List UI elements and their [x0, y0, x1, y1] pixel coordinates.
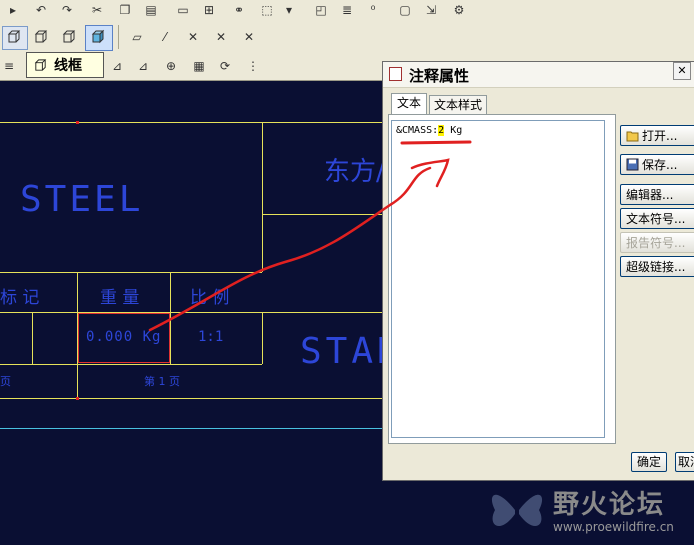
redo-icon[interactable]: ↷: [58, 1, 76, 19]
toolbar-separator: [118, 25, 119, 49]
page-text[interactable]: 第 1 页: [144, 373, 180, 389]
tooltip-cube-icon: [33, 58, 48, 73]
tooltip-label: 线框: [54, 58, 82, 74]
datum-plane-icon[interactable]: ▱: [128, 28, 146, 46]
dialog-app-icon: [389, 67, 402, 81]
border-line: [262, 312, 263, 364]
no-hidden-icon[interactable]: [60, 28, 78, 46]
toolbar-view: ▱ ⁄ ✕ ✕ ✕: [0, 22, 694, 52]
tool-icon[interactable]: ⚙: [450, 1, 468, 19]
dropdown-icon[interactable]: ▾: [280, 1, 298, 19]
border-line: [32, 312, 33, 364]
border-line: [0, 312, 382, 313]
cut-icon[interactable]: ✂: [88, 1, 106, 19]
row3-left-text[interactable]: 页: [0, 373, 11, 389]
vertex-marker: [76, 397, 79, 400]
wireframe-icon: [5, 28, 23, 46]
hidden-line-icon[interactable]: [32, 28, 50, 46]
scale-label[interactable]: 比 例: [190, 283, 229, 308]
paste-icon[interactable]: ▤: [142, 1, 160, 19]
scale-value[interactable]: 1:1: [198, 329, 223, 345]
sheet-border: [0, 428, 382, 429]
border-line: [0, 272, 262, 273]
ok-button[interactable]: 确定: [631, 452, 667, 472]
sheet-icon[interactable]: ▢: [396, 1, 414, 19]
dialog-titlebar[interactable]: 注释属性 ✕: [383, 62, 694, 88]
repeat-region-icon[interactable]: ⋮: [244, 57, 262, 75]
binoculars-icon[interactable]: ⚭: [230, 1, 248, 19]
close-icon[interactable]: ✕: [673, 62, 691, 80]
watermark-name: 野火论坛: [553, 490, 666, 520]
datum-axis-icon[interactable]: ⁄: [156, 28, 174, 46]
note-text: &CMASS:2 Kg: [396, 125, 462, 136]
mark-label[interactable]: 标 记: [0, 283, 39, 308]
align-icon[interactable]: ≡: [0, 57, 18, 75]
border-line: [262, 122, 263, 272]
ordinate-icon[interactable]: ⊿: [108, 57, 126, 75]
datum-target-icon[interactable]: ⊕: [162, 57, 180, 75]
tab-text-style[interactable]: 文本样式: [429, 95, 487, 114]
border-line: [170, 272, 171, 364]
note-text-suffix: Kg: [444, 125, 463, 136]
layer-icon[interactable]: ≣: [338, 1, 356, 19]
watermark-url: www.proewildfire.cn: [553, 520, 674, 534]
vertex-marker: [76, 121, 79, 124]
copy-icon[interactable]: ❐: [116, 1, 134, 19]
material-text[interactable]: STEEL: [20, 179, 143, 220]
note-text-editor[interactable]: &CMASS:2 Kg: [391, 120, 605, 438]
dialog-title: 注释属性: [409, 67, 470, 85]
model-tree-icon[interactable]: ◰: [312, 1, 330, 19]
datum-xyz-icon[interactable]: ✕: [240, 28, 258, 46]
tab-text[interactable]: 文本: [391, 93, 427, 114]
cancel-button[interactable]: 取消: [675, 452, 694, 472]
table-icon[interactable]: ▦: [190, 57, 208, 75]
number-icon[interactable]: ⁰: [364, 1, 382, 19]
select-box-icon[interactable]: ⬚: [258, 1, 276, 19]
weight-value[interactable]: 0.000 Kg: [86, 329, 161, 345]
undo-icon[interactable]: ↶: [32, 1, 50, 19]
butterfly-logo-icon: [491, 494, 543, 526]
forum-watermark: 野火论坛 www.proewildfire.cn: [483, 478, 694, 545]
find-icon[interactable]: ▭: [174, 1, 192, 19]
editor-button[interactable]: 编辑器...: [620, 184, 694, 205]
text-symbol-button[interactable]: 文本符号...: [620, 208, 694, 229]
update-table-icon[interactable]: ⟳: [216, 57, 234, 75]
border-line: [262, 214, 382, 215]
wireframe-tooltip: 线框: [26, 52, 104, 78]
note-properties-dialog: 注释属性 ✕ 文本 文本样式 &CMASS:2 Kg 打开... 保存... 编…: [382, 61, 694, 481]
save-button[interactable]: 保存...: [620, 154, 694, 175]
folder-icon: [626, 129, 640, 142]
datum-csys-icon[interactable]: ✕: [212, 28, 230, 46]
note-text-prefix: &CMASS:: [396, 125, 439, 136]
toolbar-edge-icon[interactable]: ▸: [4, 1, 22, 19]
border-line: [0, 398, 382, 399]
surface-finish-icon[interactable]: ⊿: [134, 57, 152, 75]
toolbar-top: ▸ ↶ ↷ ✂ ❐ ▤ ▭ ⊞ ⚭ ⬚ ▾ ◰ ≣ ⁰ ▢ ⇲ ⚙: [0, 0, 694, 23]
move-icon[interactable]: ⇲: [422, 1, 440, 19]
open-button[interactable]: 打开...: [620, 125, 694, 146]
weight-label[interactable]: 重 量: [100, 283, 139, 308]
shading-icon: [89, 28, 107, 46]
report-symbol-button: 报告符号...: [620, 232, 694, 253]
open-label: 打开...: [642, 129, 678, 143]
border-line: [0, 122, 382, 123]
save-label: 保存...: [642, 158, 678, 172]
border-line: [0, 364, 262, 365]
datum-point-icon[interactable]: ✕: [184, 28, 202, 46]
regenerate-icon[interactable]: ⊞: [200, 1, 218, 19]
hyperlink-button[interactable]: 超级链接...: [620, 256, 694, 277]
company-text[interactable]: 东方/: [324, 151, 385, 188]
floppy-icon: [626, 158, 640, 171]
